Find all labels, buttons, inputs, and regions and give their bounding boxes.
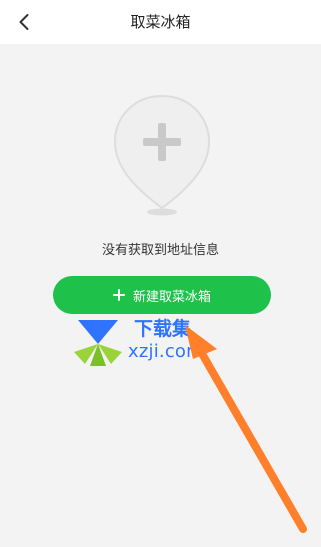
annotation-arrow bbox=[185, 325, 307, 533]
main-content: 没有获取到地址信息 新建取菜冰箱 下载集 xzji.com bbox=[0, 44, 321, 547]
plus-icon bbox=[112, 289, 125, 301]
empty-state-message: 没有获取到地址信息 bbox=[101, 243, 219, 258]
top-bar: 取菜冰箱 bbox=[0, 0, 321, 44]
page-title: 取菜冰箱 bbox=[130, 13, 191, 31]
watermark-logo-icon bbox=[74, 320, 122, 366]
new-fridge-button-label: 新建取菜冰箱 bbox=[132, 289, 211, 305]
new-fridge-button[interactable]: 新建取菜冰箱 bbox=[53, 276, 271, 314]
location-pin-add-icon bbox=[113, 94, 211, 216]
